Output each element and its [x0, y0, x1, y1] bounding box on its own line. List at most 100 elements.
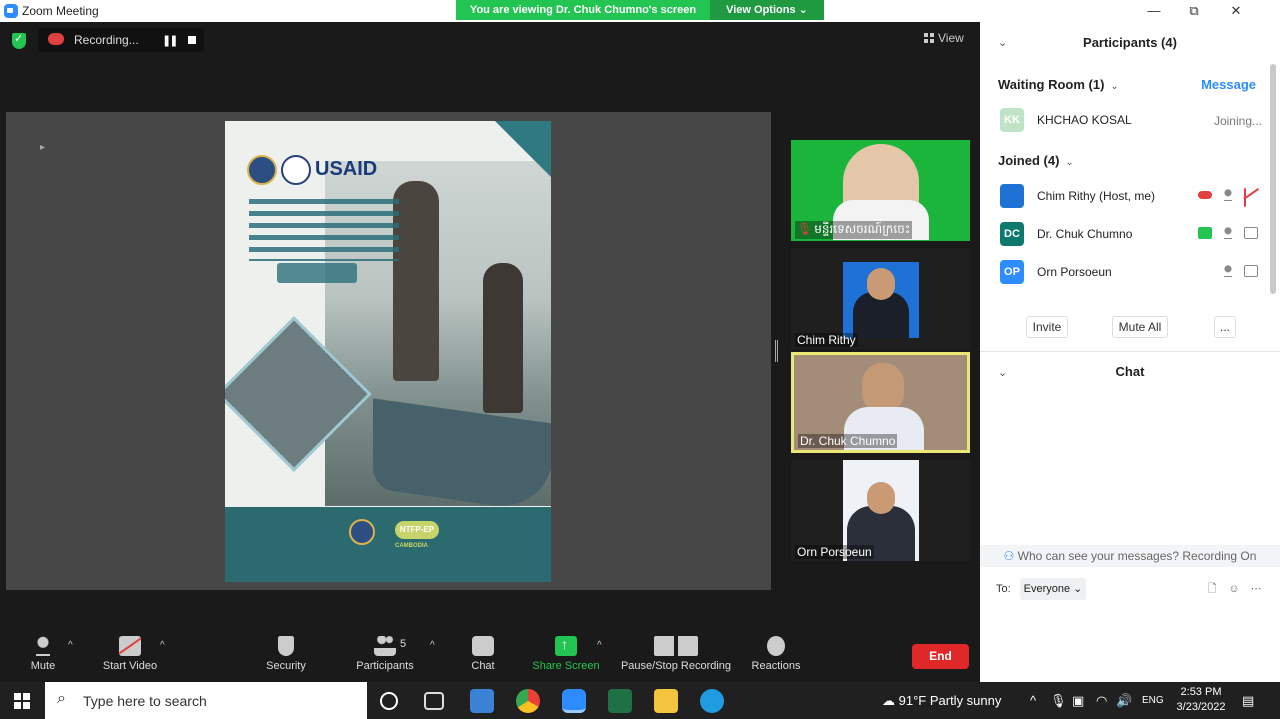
poster-logos: USAID — [247, 155, 397, 189]
notice-text: Who can see your messages? Recording On — [1017, 549, 1257, 563]
video-icon[interactable] — [1244, 265, 1258, 277]
volume-icon[interactable]: 🔊 — [1116, 693, 1132, 709]
reactions-button[interactable]: Reactions — [750, 636, 802, 672]
windows-taskbar: ⌕ ☁ 91°F Partly sunny ^ 🎙 ▣ ◠ 🔊 ENG 2:53… — [0, 682, 1280, 719]
chat-icon — [472, 636, 494, 656]
tray-microphone-icon[interactable]: 🎙 — [1050, 693, 1067, 709]
start-video-button[interactable]: Start Video — [100, 636, 160, 672]
video-tile-chuk-chumno[interactable]: Dr. Chuk Chumno — [791, 352, 970, 453]
meeting-toolbar: Mute ^ Start Video ^ Security Participan… — [0, 628, 980, 682]
participant-status: Joining... — [1213, 114, 1262, 128]
participants-scrollbar[interactable] — [1270, 64, 1276, 294]
viewing-banner: You are viewing Dr. Chuk Chumno's screen — [456, 0, 710, 20]
mute-button[interactable]: Mute — [26, 636, 60, 672]
view-options-button[interactable]: View Options ⌄ — [710, 0, 824, 20]
participant-name: Orn Porsoeun — [1037, 265, 1112, 279]
taskbar-clock[interactable]: 2:53 PM 3/23/2022 — [1176, 685, 1226, 715]
participant-row-chuk-chumno[interactable]: DC Dr. Chuk Chumno — [1000, 222, 1262, 248]
video-off-icon[interactable] — [1244, 188, 1246, 207]
message-waiting-room-link[interactable]: Message — [1201, 77, 1256, 92]
edge-app-icon[interactable] — [700, 689, 724, 713]
windows-start-icon[interactable] — [14, 693, 30, 709]
close-button[interactable]: ✕ — [1226, 2, 1246, 20]
weather-cloud-icon: ☁ — [882, 693, 899, 708]
waiting-room-title[interactable]: Waiting Room (1) ⌄ — [998, 77, 1119, 92]
participant-face — [867, 482, 895, 514]
video-options-caret[interactable]: ^ — [160, 640, 165, 651]
task-view-icon[interactable] — [424, 692, 444, 710]
share-options-caret[interactable]: ^ — [597, 640, 602, 651]
invite-button[interactable]: Invite — [1026, 316, 1068, 338]
wifi-icon[interactable]: ◠ — [1096, 693, 1107, 709]
video-tile-chim-rithy[interactable]: Chim Rithy — [791, 248, 970, 349]
mail-app-icon[interactable] — [470, 689, 494, 713]
microphone-icon[interactable] — [1224, 227, 1232, 239]
microphone-icon[interactable] — [1224, 189, 1232, 201]
reactions-label: Reactions — [751, 660, 801, 672]
emoji-icon[interactable]: ☺ — [1228, 583, 1240, 595]
avatar — [1000, 184, 1024, 208]
notifications-icon[interactable]: ▤ — [1242, 693, 1254, 709]
mute-options-caret[interactable]: ^ — [68, 640, 73, 651]
mute-label: Mute — [30, 660, 56, 672]
avatar: DC — [1000, 222, 1024, 246]
chevron-down-icon: ⌄ — [1110, 81, 1119, 92]
participants-button[interactable]: Participants — [354, 636, 416, 672]
participant-row-chim-rithy[interactable]: Chim Rithy (Host, me) — [1000, 184, 1262, 210]
panel-divider — [980, 351, 1280, 352]
joined-label: Joined (4) — [998, 153, 1060, 168]
waiting-participant-row[interactable]: KK KHCHAO KOSAL Joining... — [1000, 108, 1262, 134]
share-screen-label: Share Screen — [532, 660, 600, 672]
stop-recording-icon[interactable] — [188, 36, 196, 44]
cortana-icon[interactable] — [380, 692, 398, 710]
pause-stop-recording-button[interactable]: Pause/Stop Recording — [619, 636, 733, 672]
security-button[interactable]: Security — [262, 636, 310, 672]
end-meeting-button[interactable]: End — [912, 644, 969, 669]
language-icon[interactable]: ENG — [1142, 695, 1164, 706]
mute-all-button[interactable]: Mute All — [1112, 316, 1168, 338]
muted-mic-icon: 🎙 — [797, 222, 813, 236]
more-icon[interactable]: ⋯ — [1250, 583, 1262, 595]
recording-indicator: Recording... ❚❚ — [38, 28, 204, 52]
fisherwoman-figure — [483, 263, 523, 413]
waiting-room-label: Waiting Room (1) — [998, 77, 1105, 92]
video-off-icon — [119, 636, 141, 656]
file-icon[interactable]: 🗋 — [1206, 583, 1218, 595]
search-input[interactable] — [83, 690, 353, 712]
mouse-cursor-icon: ▸ — [40, 142, 46, 153]
tray-monitor-icon[interactable]: ▣ — [1072, 693, 1084, 709]
excel-app-icon[interactable] — [608, 689, 632, 713]
video-tile-krachie-tourism[interactable]: 🎙 មន្ទីរទេសចរណ៍ក្រចេះ — [791, 140, 970, 241]
microphone-icon — [36, 636, 50, 656]
participants-options-caret[interactable]: ^ — [430, 640, 435, 651]
restore-button[interactable]: ⧉ — [1184, 2, 1204, 20]
more-options-button[interactable]: ... — [1214, 316, 1236, 338]
video-icon[interactable] — [1244, 227, 1258, 239]
view-button[interactable]: View — [924, 31, 964, 45]
participant-row-orn-porsoeun[interactable]: OP Orn Porsoeun — [1000, 260, 1262, 286]
minimize-button[interactable]: — — [1144, 2, 1164, 20]
microphone-icon[interactable] — [1224, 265, 1232, 277]
panel-splitter-handle[interactable] — [775, 340, 778, 362]
meeting-area: Recording... ❚❚ View ▸ USAID NTFP-EP — [0, 22, 980, 682]
encryption-shield-icon[interactable] — [12, 32, 26, 49]
shared-screen[interactable]: ▸ USAID NTFP-EP CAMBODIA — [6, 112, 771, 590]
participant-face — [862, 363, 904, 413]
tile-name-label: 🎙 មន្ទីរទេសចរណ៍ក្រចេះ — [795, 221, 913, 239]
chrome-app-icon[interactable] — [516, 689, 540, 713]
chat-visibility-notice[interactable]: ⚇ Who can see your messages? Recording O… — [980, 545, 1280, 567]
tray-chevron-icon[interactable]: ^ — [1030, 693, 1036, 708]
chat-button[interactable]: Chat — [464, 636, 502, 672]
weather-widget[interactable]: ☁ 91°F Partly sunny — [882, 693, 1001, 709]
chat-recipient-select[interactable]: Everyone ⌄ — [1020, 578, 1086, 600]
ministry-seal-logo — [247, 155, 277, 185]
pause-recording-icon[interactable]: ❚❚ — [162, 34, 179, 47]
usaid-wordmark: USAID — [315, 158, 378, 180]
joined-title[interactable]: Joined (4) ⌄ — [998, 153, 1074, 168]
video-tile-orn-porsoeun[interactable]: Orn Porsoeun — [791, 460, 970, 561]
file-explorer-icon[interactable] — [654, 689, 678, 713]
zoom-app-icon — [4, 4, 18, 18]
taskbar-search[interactable]: ⌕ — [45, 682, 367, 719]
zoom-taskbar-icon[interactable] — [562, 689, 586, 713]
share-screen-button[interactable]: Share Screen — [532, 636, 600, 672]
